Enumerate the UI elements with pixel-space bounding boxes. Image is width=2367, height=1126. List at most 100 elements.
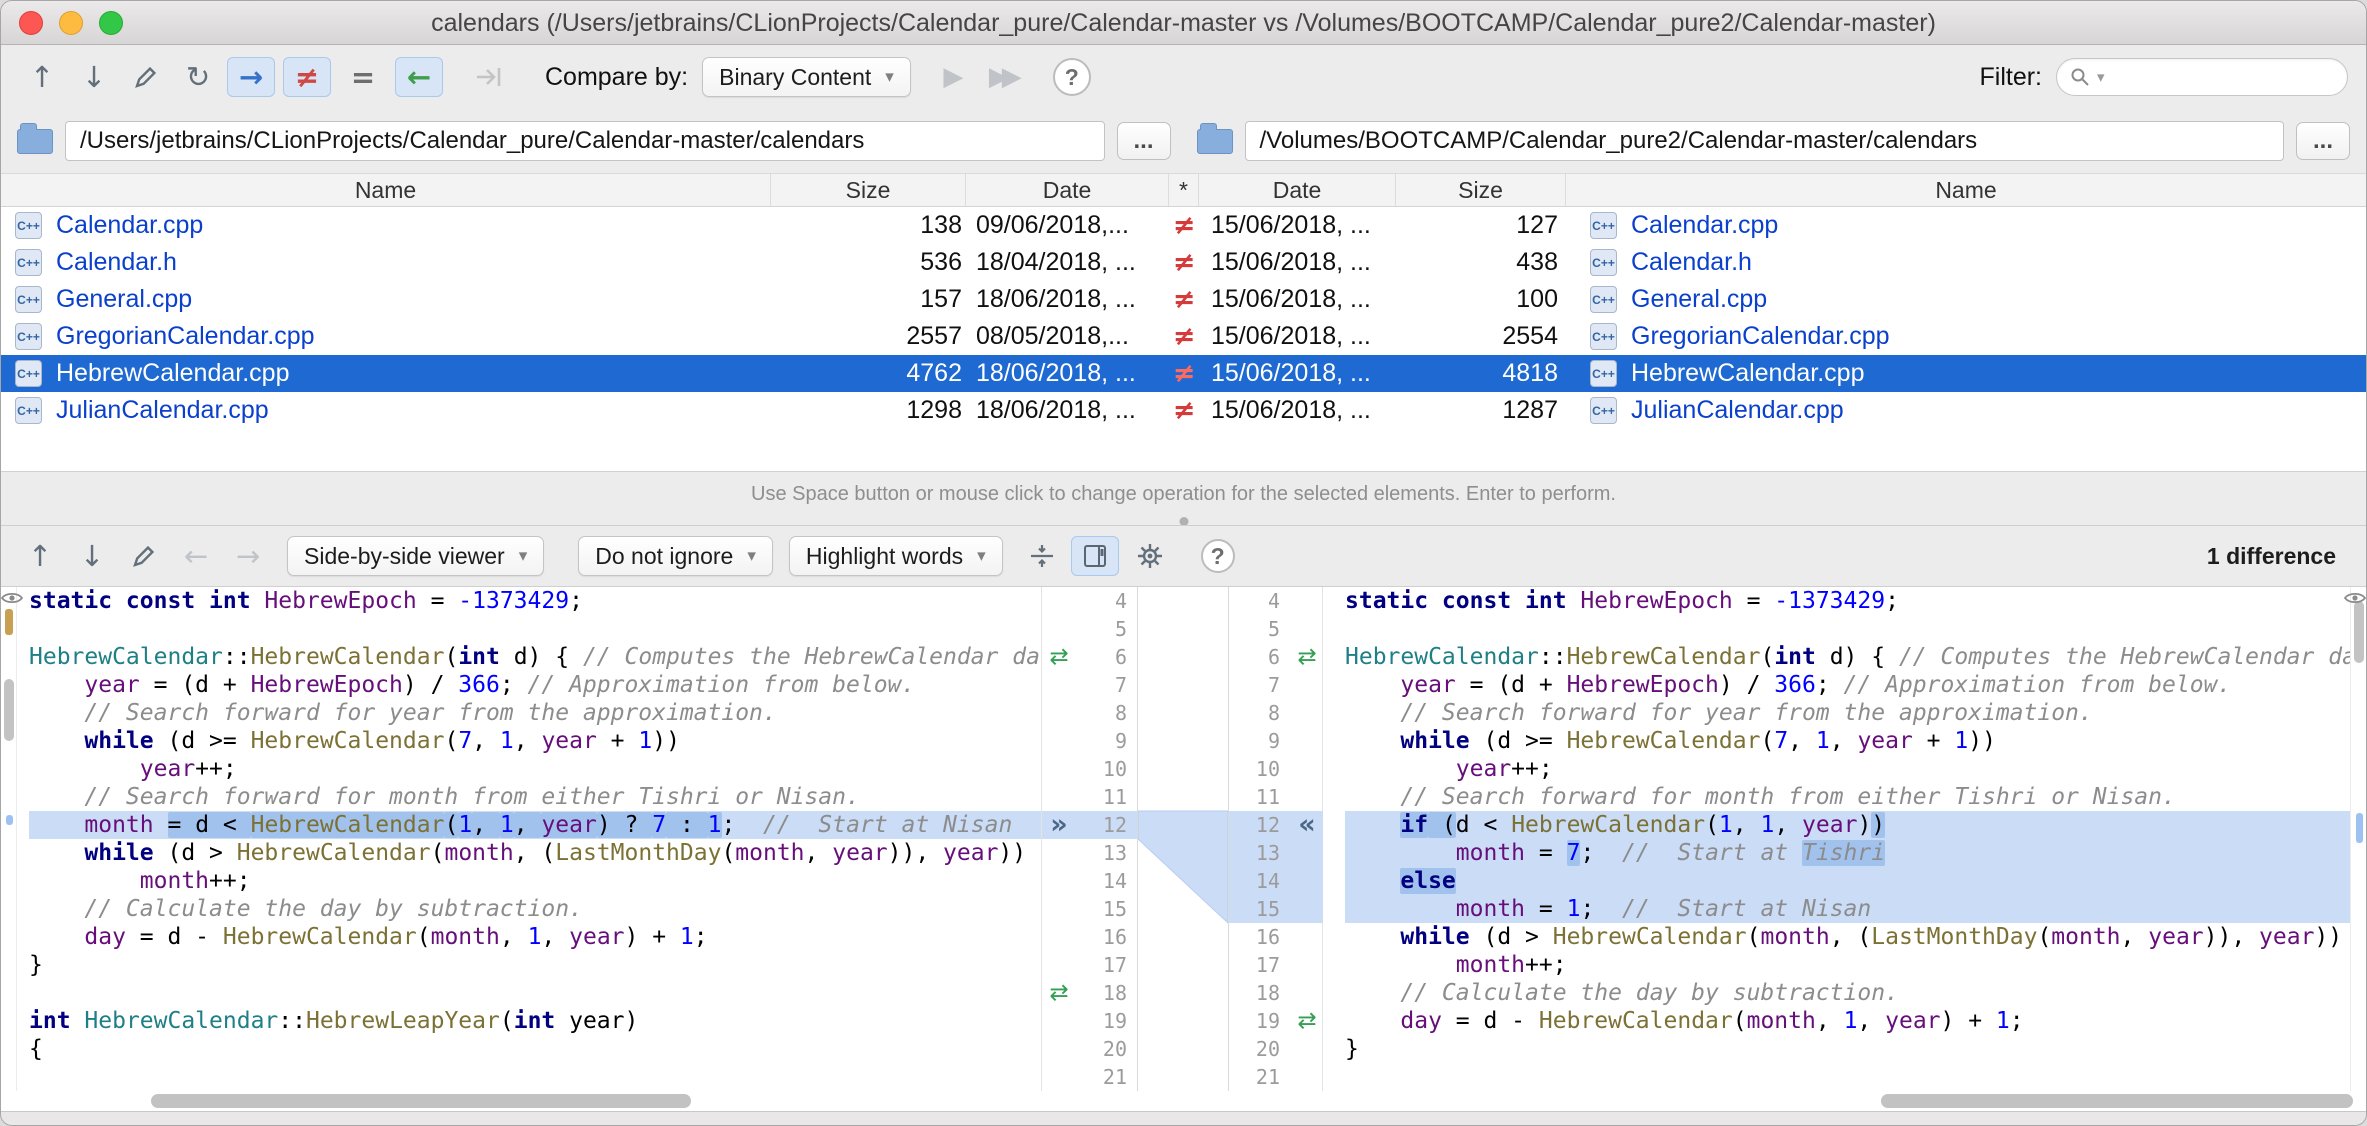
left-browse-button[interactable]: ... (1116, 122, 1171, 160)
back-button[interactable]: ← (173, 534, 219, 578)
gutter-cell (1042, 587, 1076, 615)
highlighting-level-eye-icon[interactable] (1, 591, 24, 610)
compare-by-select[interactable]: Binary Content ▾ (702, 57, 911, 97)
diff-operation[interactable]: ≠ (1169, 210, 1199, 241)
gutter-cell (1042, 951, 1076, 979)
merge-icon (477, 68, 501, 86)
chevron-down-icon: ▾ (2097, 68, 2105, 86)
line-number: 19 (1255, 1009, 1280, 1033)
move-down-button[interactable]: ↓ (71, 55, 117, 99)
highlight-policy-value: Highlight words (805, 542, 964, 569)
swap-arrows-marker[interactable]: ⇄ (1290, 1007, 1324, 1035)
right-file-size: 4818 (1502, 359, 1558, 387)
diff-toolbar: ↑ ↓ ← → Side-by-side viewer ▾ Do not ign… (1, 525, 2366, 587)
ignore-policy-select[interactable]: Do not ignore ▾ (578, 536, 773, 576)
filter-input[interactable]: ▾ (2056, 58, 2348, 96)
sync-scroll-toggle[interactable] (1070, 536, 1119, 576)
column-header-size-left[interactable]: Size (771, 174, 966, 206)
swap-arrows-marker[interactable]: ⇄ (1290, 643, 1324, 671)
diff-area: static const int HebrewEpoch = -1373429;… (1, 587, 2366, 1091)
apply-right-marker[interactable]: » (1042, 811, 1076, 839)
edit-button[interactable] (123, 55, 169, 99)
next-difference-button[interactable]: ↓ (69, 534, 115, 578)
file-row[interactable]: C++ GregorianCalendar.cpp 2557 08/05/2018,.… (1, 318, 2366, 355)
show-equal-toggle[interactable]: = (339, 57, 387, 97)
scrollbar-thumb[interactable] (4, 679, 14, 741)
apply-left-marker[interactable]: « (1290, 811, 1324, 839)
right-path-field[interactable]: /Volumes/BOOTCAMP/Calendar_pure2/Calenda… (1244, 121, 2284, 161)
diff-operation[interactable]: ≠ (1169, 321, 1199, 352)
column-header-size-right[interactable]: Size (1396, 174, 1566, 206)
right-editor-scrollbar[interactable] (2350, 587, 2366, 1091)
file-row[interactable]: C++ Calendar.h 536 18/04/2018, ... ≠ 15/06/20… (1, 244, 2366, 281)
diff-operation[interactable]: ≠ (1169, 247, 1199, 278)
line-number: 14 (1229, 867, 1290, 895)
chevron-down-icon: ▾ (518, 546, 528, 566)
swap-arrows-marker[interactable]: ⇄ (1042, 979, 1076, 1007)
gutter-cell (1290, 895, 1324, 923)
gutter-cell (1042, 1063, 1076, 1091)
right-code[interactable]: static const int HebrewEpoch = -1373429;… (1323, 587, 2350, 1091)
left-editor-scrollbar[interactable] (1, 587, 17, 1091)
highlighting-level-eye-icon[interactable] (2343, 591, 2366, 610)
jump-to-source-button[interactable] (121, 534, 167, 578)
difference-count: 1 difference (2206, 542, 2336, 569)
file-row[interactable]: C++ JulianCalendar.cpp 1298 18/06/2018, ...… (1, 392, 2366, 429)
column-header-operation[interactable]: * (1169, 174, 1199, 206)
gutter-cell (1290, 951, 1324, 979)
refresh-button[interactable]: ↻ (175, 55, 221, 99)
right-hscrollbar-thumb[interactable] (1881, 1094, 2353, 1108)
column-header-date-left[interactable]: Date (966, 174, 1169, 206)
chevron-down-icon: ▾ (747, 546, 756, 566)
highlight-policy-select[interactable]: Highlight words ▾ (788, 536, 1003, 576)
ignore-policy-value: Do not ignore (595, 542, 734, 569)
help-button[interactable]: ? (1200, 539, 1235, 573)
show-new-on-right-toggle[interactable]: ← (395, 57, 443, 97)
previous-difference-button[interactable]: ↑ (17, 534, 63, 578)
file-table-body: C++ Calendar.cpp 138 09/06/2018,... ≠ 15/06/2… (1, 207, 2366, 429)
code-line-15: month = 1; // Start at Nisan (1345, 895, 2350, 923)
line-number: 15 (1229, 895, 1290, 923)
code-line-7: year = (d + HebrewEpoch) / 366; // Appro… (1400, 672, 2232, 698)
right-file-name: GregorianCalendar.cpp (1631, 322, 1890, 350)
right-file-size: 100 (1516, 285, 1558, 313)
editor-settings-button[interactable] (1127, 534, 1173, 578)
left-code[interactable]: static const int HebrewEpoch = -1373429;… (17, 587, 1041, 1091)
right-browse-button[interactable]: ... (2296, 122, 2350, 160)
scrollbar-thumb[interactable] (2354, 601, 2364, 663)
left-marker-column: ⇄ » ⇄ (1042, 587, 1076, 1091)
code-line-12: if (d < HebrewCalendar(1, 1, year)) (1345, 811, 2350, 839)
move-up-button[interactable]: ↑ (19, 55, 65, 99)
diff-operation[interactable]: ≠ (1169, 284, 1199, 315)
right-file-name: Calendar.h (1631, 248, 1752, 276)
file-row[interactable]: C++ General.cpp 157 18/06/2018, ... ≠ 15/06/2… (1, 281, 2366, 318)
viewer-mode-select[interactable]: Side-by-side viewer ▾ (287, 536, 545, 576)
column-header-name-left[interactable]: Name (1, 174, 771, 206)
column-header-name-right[interactable]: Name (1566, 174, 2366, 206)
forward-button[interactable]: → (225, 534, 271, 578)
left-hscrollbar-thumb[interactable] (151, 1094, 691, 1108)
left-path-field[interactable]: /Users/jetbrains/CLionProjects/Calendar_… (65, 121, 1105, 161)
column-header-date-right[interactable]: Date (1199, 174, 1396, 206)
gutter-cell (1290, 615, 1324, 643)
code-line-4: static const int HebrewEpoch = -1373429; (29, 588, 583, 614)
show-new-on-left-toggle[interactable]: → (227, 57, 275, 97)
diff-operation[interactable]: ≠ (1169, 395, 1199, 426)
collapse-unchanged-button[interactable] (1019, 534, 1065, 578)
line-number: 6 (1267, 645, 1280, 669)
line-number: 21 (1102, 1065, 1127, 1089)
left-file-date: 18/04/2018, ... (976, 248, 1136, 276)
gutter-cell (1042, 671, 1076, 699)
minimize-button[interactable] (59, 11, 83, 35)
file-row[interactable]: C++ Calendar.cpp 138 09/06/2018,... ≠ 15/06/2… (1, 207, 2366, 244)
perform-all-button: ▶▶ (988, 62, 1022, 92)
left-file-size: 4762 (906, 359, 962, 387)
close-button[interactable] (19, 11, 43, 35)
titlebar: calendars (/Users/jetbrains/CLionProject… (1, 1, 2366, 45)
help-button[interactable]: ? (1052, 58, 1091, 96)
show-difference-toggle[interactable]: ≠ (283, 57, 331, 97)
file-row[interactable]: C++ HebrewCalendar.cpp 4762 18/06/2018, ...… (1, 355, 2366, 392)
maximize-button[interactable] (99, 11, 123, 35)
diff-operation[interactable]: ≠ (1169, 358, 1199, 389)
swap-arrows-marker[interactable]: ⇄ (1042, 643, 1076, 671)
